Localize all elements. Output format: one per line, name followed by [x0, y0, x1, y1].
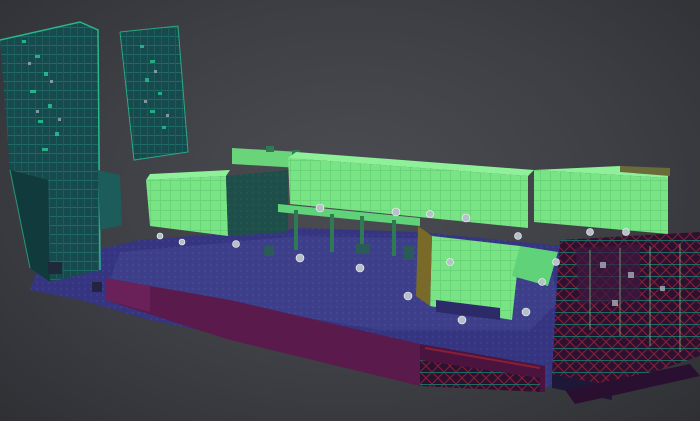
- sphere-marker[interactable]: [461, 213, 471, 223]
- green-block-left: [146, 170, 288, 236]
- green-wall-right: [534, 166, 670, 234]
- left-tower: [0, 21, 122, 282]
- sphere-marker[interactable]: [552, 258, 560, 266]
- sphere-marker[interactable]: [156, 232, 164, 240]
- sphere-marker[interactable]: [426, 210, 434, 218]
- point-cloud-viewport[interactable]: [0, 0, 700, 421]
- sphere-marker[interactable]: [355, 263, 365, 273]
- sphere-marker[interactable]: [622, 228, 630, 236]
- sphere-marker[interactable]: [538, 278, 546, 286]
- point-cloud-scene[interactable]: [0, 0, 700, 421]
- sphere-marker[interactable]: [391, 207, 401, 217]
- facade-panel: [119, 25, 189, 161]
- sphere-marker[interactable]: [521, 307, 531, 317]
- sphere-marker[interactable]: [457, 315, 467, 325]
- sphere-marker[interactable]: [403, 291, 413, 301]
- sphere-marker[interactable]: [315, 203, 325, 213]
- sphere-marker[interactable]: [586, 228, 594, 236]
- truss-structure: [552, 232, 700, 404]
- sphere-marker[interactable]: [178, 238, 186, 246]
- sphere-marker[interactable]: [232, 240, 240, 248]
- sphere-marker[interactable]: [295, 253, 305, 263]
- sphere-marker[interactable]: [446, 258, 454, 266]
- sphere-marker[interactable]: [514, 232, 522, 240]
